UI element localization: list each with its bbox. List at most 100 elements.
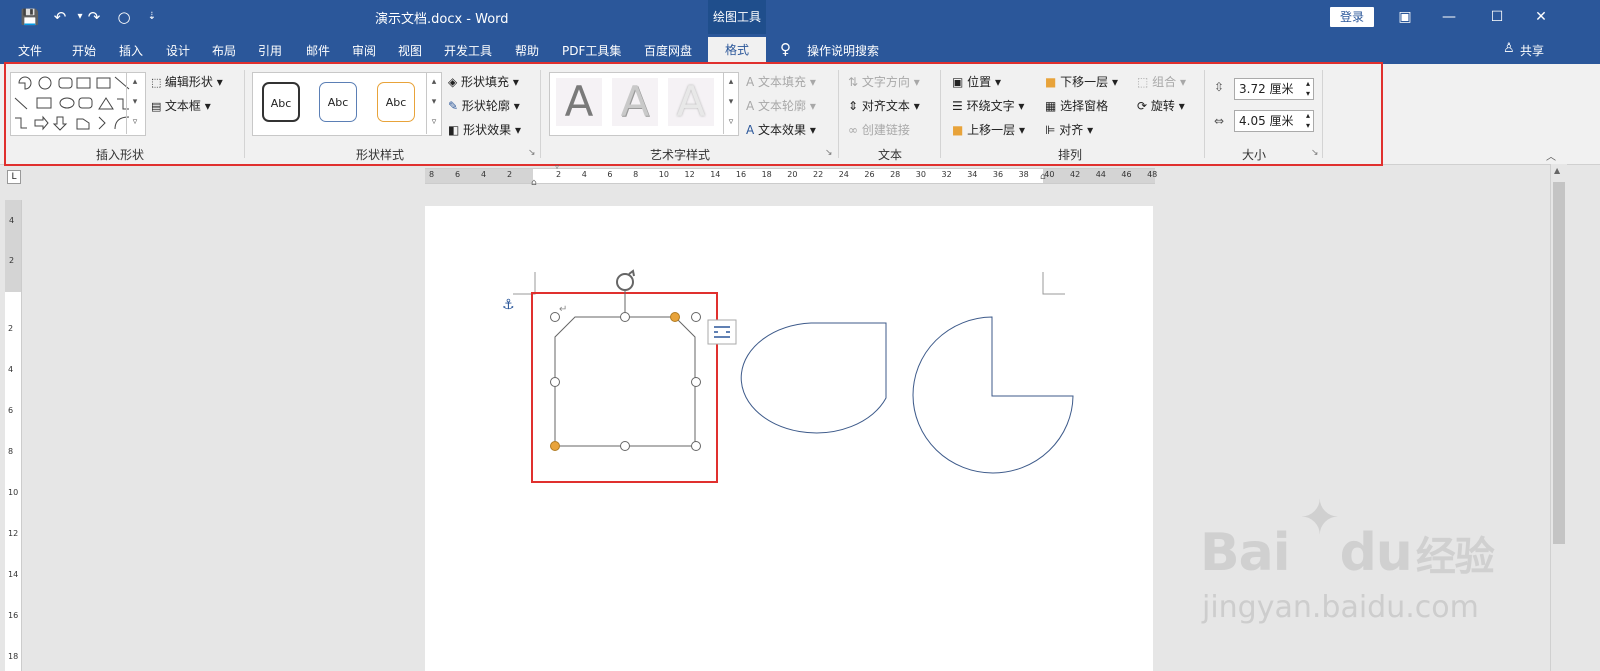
wordart-more-icon[interactable]: ▴ ▾ ▿: [723, 72, 738, 134]
width-spinner-icon[interactable]: ▴ ▾: [1306, 111, 1310, 131]
touch-mode-icon[interactable]: ○: [114, 7, 134, 27]
undo-icon[interactable]: ↶: [50, 7, 70, 27]
shape-outline-button[interactable]: ✎ 形状轮廓 ▾: [448, 97, 520, 114]
position-label: 位置: [967, 75, 992, 89]
wrap-text-button[interactable]: ☰ 环绕文字 ▾: [952, 97, 1024, 114]
ruler-tick-label: 4: [9, 216, 15, 225]
adjust-handle[interactable]: [670, 312, 680, 322]
vertical-ruler[interactable]: 4 2 2 4 6 8 10 12 14 16 18: [5, 200, 22, 671]
group-button[interactable]: ⬚ 组合 ▾: [1137, 73, 1186, 90]
align-icon: ⊫: [1045, 123, 1060, 137]
tab-mailings[interactable]: 邮件: [306, 42, 330, 59]
collapse-ribbon-icon[interactable]: ︿: [1546, 148, 1556, 163]
dialog-launcher-icon[interactable]: ↘: [528, 148, 536, 158]
shape-width-input[interactable]: 4.05 厘米 ▴ ▾: [1234, 110, 1314, 132]
paint-bucket-icon: ◈: [448, 75, 462, 89]
bring-forward-button[interactable]: ■ 上移一层 ▾: [952, 121, 1025, 138]
minimize-icon[interactable]: —: [1434, 5, 1464, 29]
group-label-shape-styles: 形状样式: [355, 148, 404, 162]
indent-marker-icon[interactable]: ⌂: [531, 178, 537, 188]
position-button[interactable]: ▣ 位置 ▾: [952, 73, 1001, 90]
tab-review[interactable]: 审阅: [352, 42, 376, 59]
shape-style-preview-2[interactable]: Abc: [319, 82, 357, 122]
tab-selector-icon[interactable]: L: [7, 170, 21, 184]
resize-handle[interactable]: [620, 441, 630, 451]
rotate-handle-icon[interactable]: [616, 273, 634, 291]
wordart-style-2[interactable]: A: [612, 78, 658, 126]
selection-pane-button[interactable]: ▦ 选择窗格: [1045, 97, 1108, 114]
create-link-button[interactable]: ∞ 创建链接: [848, 121, 910, 138]
wordart-style-1[interactable]: A: [556, 78, 602, 126]
tab-baidu-netdisk[interactable]: 百度网盘: [644, 42, 692, 59]
tell-me-search[interactable]: 操作说明搜索: [807, 42, 879, 59]
dialog-launcher-icon[interactable]: ↘: [1311, 148, 1319, 158]
text-box-button[interactable]: ▤ 文本框 ▾: [151, 97, 211, 114]
pie-shape[interactable]: [912, 316, 1074, 474]
teardrop-shape[interactable]: [740, 322, 887, 434]
first-line-indent-icon[interactable]: ▿: [555, 162, 559, 171]
tab-references[interactable]: 引用: [258, 42, 282, 59]
ruler-tick-label: 44: [1095, 170, 1106, 179]
login-button[interactable]: 登录: [1330, 7, 1374, 27]
tab-pdf-tools[interactable]: PDF工具集: [562, 42, 621, 59]
ruler-tick-label: 46: [1121, 170, 1132, 179]
tab-format[interactable]: 格式: [708, 37, 766, 64]
customize-qat-icon[interactable]: ⇣: [142, 7, 162, 27]
shape-height-input[interactable]: 3.72 厘米 ▴ ▾: [1234, 78, 1314, 100]
watermark-brand: Bai: [1200, 523, 1291, 583]
maximize-icon[interactable]: ☐: [1482, 5, 1512, 29]
wordart-style-3[interactable]: A: [668, 78, 714, 126]
tab-insert[interactable]: 插入: [119, 42, 143, 59]
tab-view[interactable]: 视图: [398, 42, 422, 59]
resize-handle[interactable]: [620, 312, 630, 322]
right-indent-marker-icon[interactable]: ⌂: [1040, 172, 1046, 182]
resize-handle[interactable]: [550, 377, 560, 387]
close-icon[interactable]: ✕: [1526, 5, 1556, 29]
resize-handle[interactable]: [691, 312, 701, 322]
rotate-button[interactable]: ⟳ 旋转 ▾: [1137, 97, 1185, 114]
layout-options-icon[interactable]: [707, 319, 737, 345]
tab-home[interactable]: 开始: [72, 42, 96, 59]
text-fill-button[interactable]: A 文本填充 ▾: [746, 73, 816, 90]
shape-style-preview-1[interactable]: Abc: [262, 82, 300, 122]
text-outline-button[interactable]: A 文本轮廓 ▾: [746, 97, 816, 114]
selected-snip-rectangle[interactable]: [554, 316, 696, 447]
shape-style-preview-3[interactable]: Abc: [377, 82, 415, 122]
tab-layout[interactable]: 布局: [212, 42, 236, 59]
send-backward-button[interactable]: ■ 下移一层 ▾: [1045, 73, 1118, 90]
text-direction-label: 文字方向: [861, 75, 910, 89]
shape-fill-button[interactable]: ◈ 形状填充 ▾: [448, 73, 519, 90]
shape-effects-button[interactable]: ◧ 形状效果 ▾: [448, 121, 521, 138]
rotate-label: 旋转: [1150, 99, 1175, 113]
scrollbar-thumb[interactable]: [1553, 182, 1565, 544]
shapes-more-icon[interactable]: ▴ ▾ ▿: [126, 72, 143, 134]
pen-icon: ✎: [448, 99, 462, 113]
resize-handle[interactable]: [691, 377, 701, 387]
ruler-tick-label: 18: [761, 170, 772, 179]
resize-handle[interactable]: [691, 441, 701, 451]
ruler-margin: [425, 169, 533, 183]
align-text-button[interactable]: ⇕ 对齐文本 ▾: [848, 97, 920, 114]
ruler-tick-label: 12: [684, 170, 695, 179]
adjust-handle[interactable]: [550, 441, 560, 451]
share-button[interactable]: 共享: [1520, 42, 1544, 59]
vertical-scrollbar[interactable]: ▲: [1550, 164, 1567, 671]
ribbon-display-icon[interactable]: ▣: [1390, 5, 1420, 29]
tab-help[interactable]: 帮助: [515, 42, 539, 59]
lightbulb-icon: ♀: [780, 40, 791, 58]
text-direction-button[interactable]: ⇅ 文字方向 ▾: [848, 73, 920, 90]
text-effects-button[interactable]: A 文本效果 ▾: [746, 121, 816, 138]
align-button[interactable]: ⊫ 对齐 ▾: [1045, 121, 1093, 138]
dialog-launcher-icon[interactable]: ↘: [825, 148, 833, 158]
redo-icon[interactable]: ↷: [84, 7, 104, 27]
edit-shape-button[interactable]: ⬚ 编辑形状 ▾: [151, 73, 223, 90]
scroll-up-icon[interactable]: ▲: [1554, 166, 1560, 175]
tab-design[interactable]: 设计: [166, 42, 190, 59]
shape-effects-icon: ◧: [448, 123, 464, 137]
save-icon[interactable]: 💾: [20, 7, 40, 27]
height-spinner-icon[interactable]: ▴ ▾: [1306, 79, 1310, 99]
ruler-tick-label: 26: [864, 170, 875, 179]
tab-developer[interactable]: 开发工具: [444, 42, 492, 59]
tab-file[interactable]: 文件: [18, 42, 42, 59]
shape-styles-more-icon[interactable]: ▴ ▾ ▿: [426, 72, 441, 134]
